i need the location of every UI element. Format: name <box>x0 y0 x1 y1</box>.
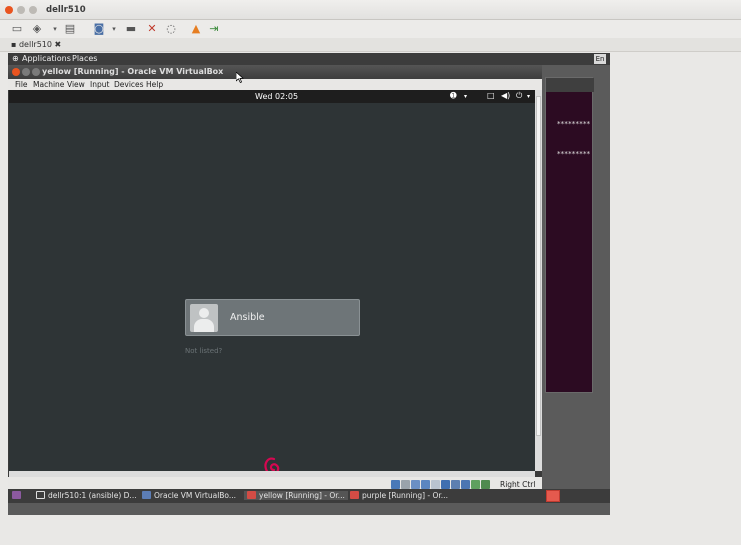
user-login-entry[interactable]: Ansible <box>185 299 360 336</box>
purple-window-header <box>546 78 594 92</box>
not-listed-link[interactable]: Not listed? <box>185 347 222 355</box>
host-key-icon[interactable] <box>481 480 490 489</box>
close-tab-icon[interactable]: ✖ <box>55 40 62 49</box>
trash-icon[interactable] <box>546 490 560 502</box>
terminal-icon <box>36 491 45 499</box>
show-desktop-icon[interactable] <box>12 491 24 500</box>
display-icon[interactable]: □ <box>487 91 495 100</box>
taskbar-item-virtualbox-manager[interactable]: Oracle VM VirtualBo... <box>142 491 236 500</box>
scrollbar-thumb[interactable] <box>536 96 541 436</box>
keyboard-icon[interactable]: ▬ <box>125 23 137 35</box>
vm-icon <box>247 491 256 499</box>
chevron-down-icon[interactable]: ▾ <box>49 23 61 35</box>
chevron-down-icon[interactable]: ▾ <box>108 23 120 35</box>
virtualbox-menubar: File Machine View Input Devices Help <box>8 79 542 90</box>
outer-window-title: dellr510 <box>46 5 86 15</box>
applications-menu[interactable]: Applications <box>22 54 71 63</box>
optical-drive-icon[interactable] <box>401 480 410 489</box>
avatar <box>190 304 218 332</box>
shared-folder-icon[interactable] <box>421 480 430 489</box>
scale-icon[interactable]: ◈ <box>31 23 43 35</box>
vertical-scrollbar[interactable] <box>535 90 542 471</box>
tab-label: dellr510 <box>18 40 52 49</box>
minimize-icon[interactable] <box>22 68 30 76</box>
password-dots: ********* <box>556 120 591 128</box>
host-key-label: Right Ctrl <box>500 480 536 489</box>
chevron-down-icon[interactable]: ▾ <box>527 93 530 100</box>
menu-file[interactable]: File <box>15 80 28 89</box>
menu-machine[interactable]: Machine <box>33 80 64 89</box>
keyboard-layout-indicator[interactable]: En <box>594 54 606 64</box>
quality-icon[interactable]: ◙ <box>93 23 105 35</box>
vm-icon <box>350 491 359 499</box>
virtualbox-titlebar: yellow [Running] - Oracle VM VirtualBox <box>8 65 542 79</box>
close-icon[interactable] <box>12 68 20 76</box>
outer-toolbar: ▭ ◈ ▾ ▤ ◙ ▾ ▬ ✕ ◌ ▲ ⇥ <box>0 20 741 38</box>
display-icon[interactable] <box>431 480 440 489</box>
maximize-icon[interactable] <box>32 68 40 76</box>
status-icons <box>391 480 491 489</box>
password-dots: ********* <box>556 150 591 158</box>
minimize-icon[interactable] <box>17 6 25 14</box>
tools-icon[interactable]: ✕ <box>146 23 158 35</box>
hard-disk-icon[interactable] <box>391 480 400 489</box>
gnome-foot-icon: ⊕ <box>12 54 19 63</box>
purple-vm-window[interactable]: ********* ********* <box>545 77 594 393</box>
taskbar-item-purple-vm[interactable]: purple [Running] - Or... <box>350 491 448 500</box>
monitor-icon: ▪ <box>11 40 17 49</box>
power-icon[interactable]: ⏻ <box>516 91 522 101</box>
outer-tab-bar: ▪ dellr510 ✖ <box>0 38 741 52</box>
chevron-down-icon[interactable]: ▾ <box>464 93 467 100</box>
places-menu[interactable]: Places <box>72 54 97 63</box>
menu-help[interactable]: Help <box>146 80 163 89</box>
fullscreen-icon[interactable]: ▭ <box>11 23 23 35</box>
network-icon[interactable] <box>441 480 450 489</box>
virtualbox-window[interactable]: yellow [Running] - Oracle VM VirtualBox … <box>8 65 542 492</box>
close-icon[interactable] <box>5 6 13 14</box>
menu-view[interactable]: View <box>67 80 85 89</box>
usb-icon[interactable] <box>411 480 420 489</box>
outer-window-titlebar: dellr510 <box>0 0 741 20</box>
guest-top-bar: Wed 02:05 ➊ ▾ □ ◀) ⏻ ▾ <box>9 90 535 103</box>
gnome-top-panel: ⊕ Applications Places En <box>8 53 610 65</box>
maximize-icon[interactable] <box>29 6 37 14</box>
taskbar-item-yellow-vm[interactable]: yellow [Running] - Or... <box>244 491 348 500</box>
virtualbox-icon <box>142 491 151 499</box>
cpu-icon[interactable] <box>461 480 470 489</box>
guest-screen[interactable]: Wed 02:05 ➊ ▾ □ ◀) ⏻ ▾ Ansible Not liste… <box>9 90 535 471</box>
volume-icon[interactable]: ◀) <box>501 91 510 100</box>
mouse-cursor-icon <box>236 72 244 83</box>
remote-desktop[interactable]: ⊕ Applications Places En ********* *****… <box>8 53 610 515</box>
debian-logo <box>264 457 280 471</box>
mouse-integration-icon[interactable] <box>471 480 480 489</box>
remote-taskbar: dellr510:1 (ansible) D... Oracle VM Virt… <box>8 489 610 503</box>
menu-input[interactable]: Input <box>90 80 109 89</box>
taskbar-item-terminal[interactable]: dellr510:1 (ansible) D... <box>36 491 137 500</box>
minimize-window-icon[interactable]: ▲ <box>190 23 202 35</box>
user-name: Ansible <box>230 312 265 323</box>
tab-dellr510[interactable]: ▪ dellr510 ✖ <box>11 40 61 49</box>
accessibility-icon[interactable]: ➊ <box>450 91 457 100</box>
menu-devices[interactable]: Devices <box>114 80 144 89</box>
recording-icon[interactable] <box>451 480 460 489</box>
disconnect-icon[interactable]: ⇥ <box>208 23 220 35</box>
virtualbox-title: yellow [Running] - Oracle VM VirtualBox <box>42 67 224 76</box>
clipboard-icon[interactable]: ▤ <box>64 23 76 35</box>
guest-clock[interactable]: Wed 02:05 <box>255 92 298 101</box>
screenshot-icon[interactable]: ◌ <box>165 23 177 35</box>
